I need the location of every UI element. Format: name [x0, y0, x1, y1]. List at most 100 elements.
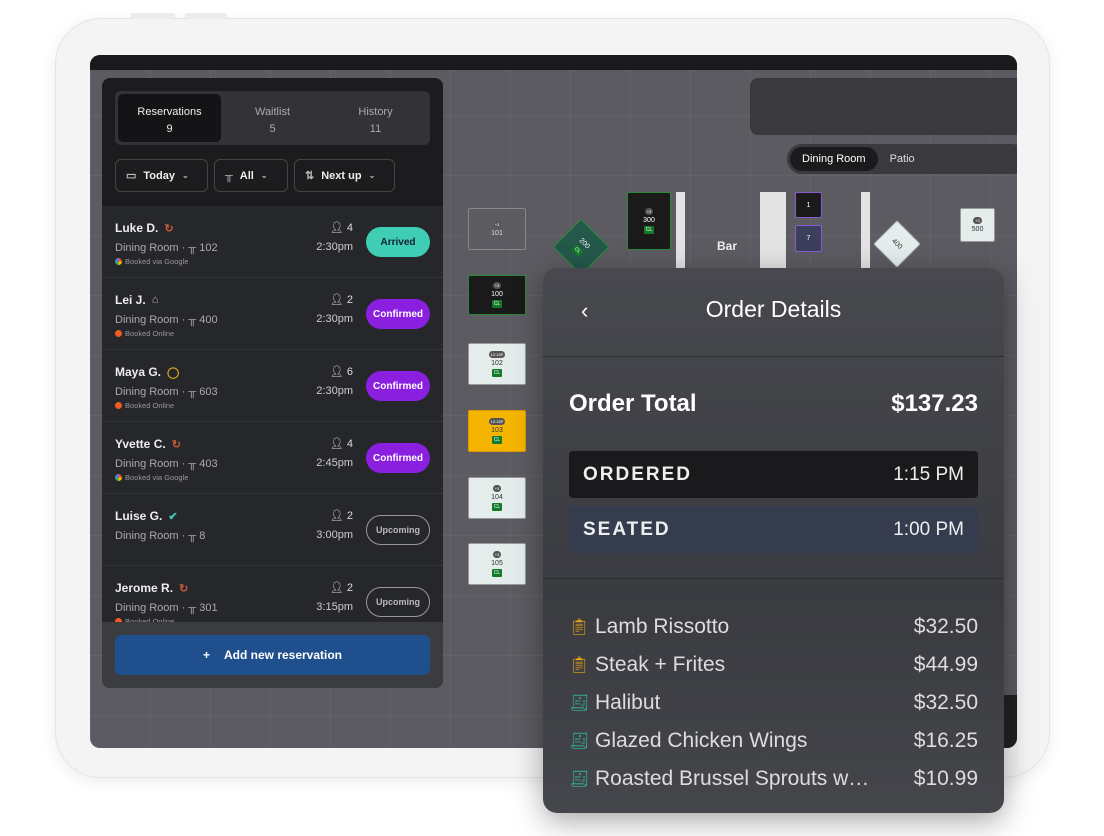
party-size: 6 [346, 366, 353, 378]
table-500[interactable]: +3 500 [960, 208, 995, 242]
tab-label: History [358, 106, 393, 118]
table-300[interactable]: +3 300 CL [627, 192, 671, 250]
person-icon: 👤︎ [329, 294, 344, 306]
table-100[interactable]: +3 100 CL [468, 275, 526, 315]
tab-label: Waitlist [254, 106, 291, 118]
party-size: 2 [346, 582, 353, 594]
bar-label: Bar [717, 239, 738, 253]
tab-count: 11 [369, 123, 382, 135]
ordered-label: ORDERED [583, 463, 693, 485]
clipboard-sent-icon: 📋︎ [569, 657, 590, 674]
table-number: 102 [491, 360, 503, 367]
reservation-row[interactable]: Jerome R. ↻ Dining Room · ╥ 301 Booked On… [102, 566, 443, 622]
date-filter[interactable]: ▭ Today ⌄ [115, 159, 208, 192]
table-1[interactable]: 1 [795, 192, 822, 218]
order-total-value: $137.23 [891, 390, 978, 417]
reservation-row[interactable]: Luise G. ✔ Dining Room · ╥ 8 👤︎ 2 3:00pm … [102, 494, 443, 566]
side-panel-edge [1002, 695, 1017, 748]
table-number: 301 [199, 602, 218, 614]
status-badge[interactable]: Arrived [366, 227, 430, 257]
tab-dining-room[interactable]: Dining Room [790, 147, 878, 171]
reservation-time: 3:15pm [316, 601, 353, 613]
item-name: Lamb Rissotto [595, 615, 730, 638]
add-reservation-button[interactable]: + Add new reservation [115, 635, 430, 675]
order-item[interactable]: 🧾︎ Roasted Brussel Sprouts w… $10.99 [569, 760, 978, 798]
item-name: Roasted Brussel Sprouts w… [595, 767, 870, 790]
room: Dining Room · [115, 314, 186, 326]
table-number: 403 [199, 458, 218, 470]
item-name: Steak + Frites [595, 653, 726, 676]
table-number: 8 [199, 530, 206, 542]
status-badge[interactable]: Confirmed [366, 299, 430, 329]
header-panel [750, 78, 1017, 135]
table-102[interactable]: 12:15P 102 CL [468, 343, 526, 385]
table-200[interactable]: 200 CL [552, 218, 610, 276]
sort-filter[interactable]: ⇅ Next up ⌄ [294, 159, 395, 192]
status-badge[interactable]: Upcoming [366, 515, 430, 545]
table-105[interactable]: +3 105 CL [468, 543, 526, 585]
source-icon [115, 330, 122, 337]
order-items: 📋︎ Lamb Rissotto $32.50 📋︎ Steak + Frites $44… [569, 608, 978, 798]
item-name: Glazed Chicken Wings [595, 729, 808, 752]
tab-waitlist[interactable]: Waitlist 5 [221, 94, 324, 142]
plus-icon: + [202, 648, 210, 662]
item-name: Halibut [595, 691, 661, 714]
status-badge: CL [491, 436, 503, 444]
table-number: 102 [199, 242, 218, 254]
bar-counter [861, 192, 870, 272]
reservation-time: 2:30pm [316, 241, 353, 253]
table-number: 400 [890, 237, 904, 251]
ordered-time: 1:15 PM [893, 463, 964, 485]
order-item[interactable]: 📋︎ Lamb Rissotto $32.50 [569, 608, 978, 646]
table-104[interactable]: +3 104 CL [468, 477, 526, 519]
table-icon: ╥ [188, 602, 197, 614]
booking-source: Booked Online [125, 401, 175, 410]
status-badge: CL [491, 503, 503, 511]
order-total-label: Order Total [569, 390, 697, 417]
ordered-row: ORDERED 1:15 PM [569, 451, 978, 498]
order-item[interactable]: 🧾︎ Glazed Chicken Wings $16.25 [569, 722, 978, 760]
status-badge[interactable]: Confirmed [366, 443, 430, 473]
order-item[interactable]: 🧾︎ Halibut $32.50 [569, 684, 978, 722]
reservation-row[interactable]: Luke D. ↻ Dining Room · ╥ 102 Booked via … [102, 206, 443, 278]
filter-label: Today [143, 169, 175, 182]
table-103[interactable]: 12:15P 103 CL [468, 410, 526, 452]
tab-patio[interactable]: Patio [878, 147, 927, 171]
status-bar [90, 55, 1017, 70]
reservation-row[interactable]: Maya G. ◯ Dining Room · ╥ 603 Booked Onli… [102, 350, 443, 422]
reservation-time: 2:30pm [316, 313, 353, 325]
party-size: 2 [346, 510, 353, 522]
divider [543, 578, 1004, 579]
table-400[interactable]: 400 [872, 219, 922, 269]
reservation-list[interactable]: Luke D. ↻ Dining Room · ╥ 102 Booked via … [102, 206, 443, 622]
table-icon: ╥ [188, 386, 197, 398]
item-price: $44.99 [913, 653, 978, 676]
room: Dining Room · [115, 386, 186, 398]
table-number: 101 [491, 230, 503, 237]
tab-reservations[interactable]: Reservations 9 [118, 94, 221, 142]
table-7[interactable]: 7 [795, 225, 822, 252]
receipt-check-icon: 🧾︎ [569, 733, 590, 750]
guest-name: Luise G. [115, 509, 163, 523]
status-badge: CL [491, 569, 503, 577]
order-item[interactable]: 📋︎ Steak + Frites $44.99 [569, 646, 978, 684]
tab-count: 5 [269, 123, 276, 135]
table-number: 100 [491, 291, 503, 298]
list-tabs: Reservations 9 Waitlist 5 History 11 [115, 91, 430, 145]
bar-counter [760, 192, 786, 272]
guest-name: Luke D. [115, 221, 159, 235]
table-filter[interactable]: ╥ All ⌄ [214, 159, 288, 192]
chevron-down-icon: ⌄ [260, 171, 268, 180]
source-icon [115, 258, 122, 265]
status-badge[interactable]: Confirmed [366, 371, 430, 401]
table-101[interactable]: +3 101 [468, 208, 526, 250]
reservation-row[interactable]: Yvette C. ↻ Dining Room · ╥ 403 Booked vi… [102, 422, 443, 494]
tab-history[interactable]: History 11 [324, 94, 427, 142]
item-price: $32.50 [913, 615, 978, 638]
reservation-row[interactable]: Lei J. ⌂ Dining Room · ╥ 400 Booked Onlin… [102, 278, 443, 350]
tab-label: Reservations [137, 106, 202, 118]
status-badge[interactable]: Upcoming [366, 587, 430, 617]
room: Dining Room · [115, 530, 186, 542]
party-size: 4 [346, 222, 353, 234]
verified-icon: ✔ [168, 510, 178, 523]
